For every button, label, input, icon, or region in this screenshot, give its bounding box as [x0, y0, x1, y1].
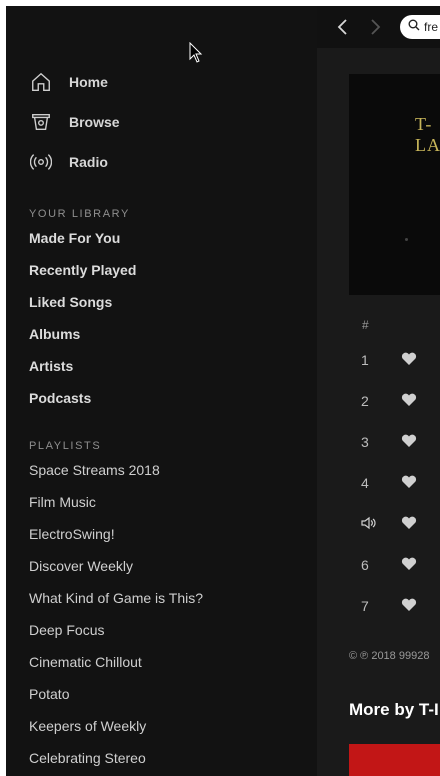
track-number: 6 [361, 557, 369, 573]
track-row-playing[interactable] [317, 504, 440, 544]
playlist-item[interactable]: Discover Weekly [29, 558, 133, 574]
track-number-header: # [362, 318, 369, 332]
home-icon [28, 69, 54, 95]
back-arrow-icon[interactable] [333, 17, 353, 37]
track-number: 3 [361, 434, 369, 450]
heart-icon[interactable] [401, 434, 417, 448]
album-thumbnail[interactable] [349, 744, 440, 776]
playlist-item[interactable]: Deep Focus [29, 622, 104, 638]
library-item-albums[interactable]: Albums [29, 326, 80, 342]
sidebar: Home Browse Radio YOUR LIBRARY Made For … [6, 6, 317, 776]
library-item-podcasts[interactable]: Podcasts [29, 390, 91, 406]
library-section-title: YOUR LIBRARY [29, 208, 130, 220]
browse-icon [28, 109, 54, 135]
radio-icon [28, 149, 54, 175]
track-row[interactable]: 6 [317, 545, 440, 585]
album-cover: T-LA [349, 74, 440, 295]
heart-icon[interactable] [401, 393, 417, 407]
track-number: 2 [361, 393, 369, 409]
nav-home[interactable]: Home [28, 67, 108, 97]
more-by-heading: More by T-I [349, 700, 439, 719]
playlist-item[interactable]: Cinematic Chillout [29, 654, 142, 670]
app-window: Home Browse Radio YOUR LIBRARY Made For … [6, 6, 440, 776]
nav-browse[interactable]: Browse [28, 107, 120, 137]
playlists-section-title: PLAYLISTS [29, 440, 102, 452]
heart-icon[interactable] [401, 475, 417, 489]
playlist-item[interactable]: Keepers of Weekly [29, 718, 146, 734]
playlist-item[interactable]: What Kind of Game is This? [29, 590, 203, 606]
nav-radio[interactable]: Radio [28, 147, 108, 177]
track-row[interactable]: 4 [317, 463, 440, 503]
track-row[interactable]: 1 [317, 340, 440, 380]
cover-star [405, 238, 408, 241]
search-input[interactable]: fre [400, 15, 440, 39]
copyright-text: © ℗ 2018 99928 [349, 650, 430, 662]
top-bar: fre [317, 6, 440, 48]
heart-icon[interactable] [401, 352, 417, 366]
nav-browse-label: Browse [69, 114, 120, 130]
album-cover-text: T-LA [415, 114, 440, 155]
heart-icon[interactable] [401, 516, 417, 530]
track-row[interactable]: 2 [317, 381, 440, 421]
track-row[interactable]: 7 [317, 586, 440, 626]
track-number: 4 [361, 475, 369, 491]
forward-arrow-icon[interactable] [365, 17, 385, 37]
heart-icon[interactable] [401, 557, 417, 571]
library-item-liked-songs[interactable]: Liked Songs [29, 294, 112, 310]
playlist-item[interactable]: ElectroSwing! [29, 526, 115, 542]
track-number: 7 [361, 598, 369, 614]
library-item-made-for-you[interactable]: Made For You [29, 230, 120, 246]
search-value: fre [424, 20, 439, 34]
playlist-item[interactable]: Space Streams 2018 [29, 462, 160, 478]
search-icon [408, 18, 420, 36]
track-number: 1 [361, 352, 369, 368]
mouse-cursor-icon [189, 41, 203, 69]
main-content: fre T-LA # 1 2 3 4 6 7 © ℗ 2018 99928 Mo… [317, 6, 440, 776]
library-item-recently-played[interactable]: Recently Played [29, 262, 136, 278]
library-item-artists[interactable]: Artists [29, 358, 73, 374]
track-row[interactable]: 3 [317, 422, 440, 462]
playlist-item[interactable]: Celebrating Stereo [29, 750, 146, 766]
heart-icon[interactable] [401, 598, 417, 612]
nav-home-label: Home [69, 74, 108, 90]
playlist-item[interactable]: Film Music [29, 494, 96, 510]
playlist-item[interactable]: Potato [29, 686, 69, 702]
speaker-icon [361, 516, 377, 530]
nav-radio-label: Radio [69, 154, 108, 170]
